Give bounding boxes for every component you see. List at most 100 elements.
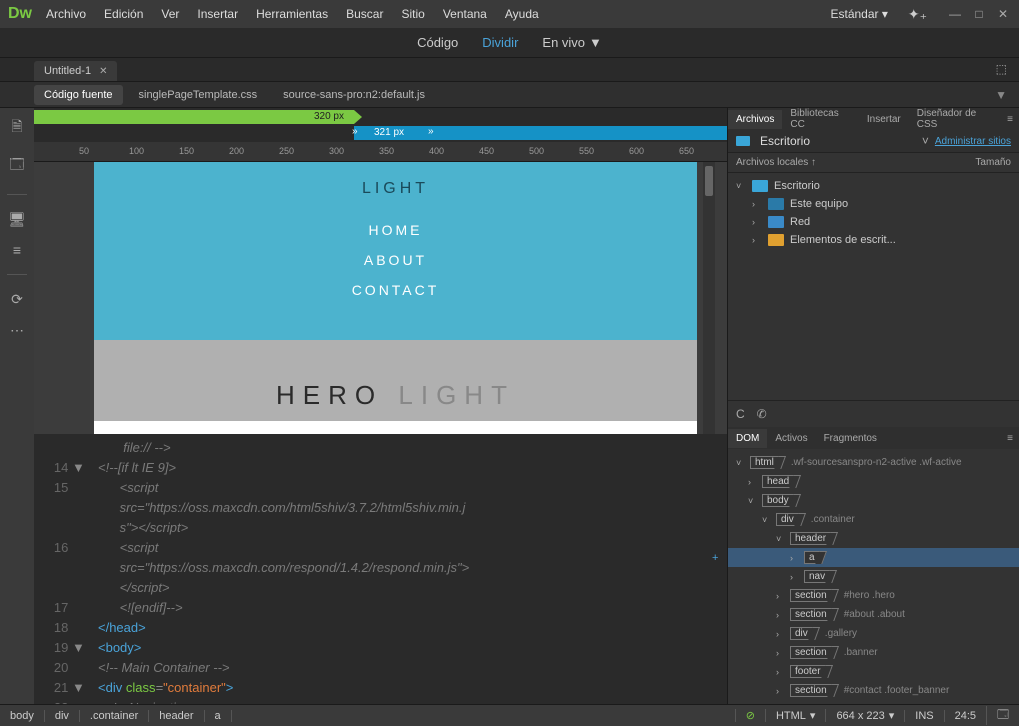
close-icon[interactable]: ✕ xyxy=(995,7,1011,21)
tree-row[interactable]: ›Red xyxy=(728,213,1019,231)
nav-about[interactable]: ABOUT xyxy=(94,252,697,268)
ruler: 50 100 150 200 250 300 350 400 450 500 5… xyxy=(34,142,727,162)
breakpoint-green[interactable]: 320 px xyxy=(34,110,354,124)
minimize-icon[interactable]: — xyxy=(947,7,963,21)
maximize-icon[interactable]: □ xyxy=(971,7,987,21)
nav-home[interactable]: HOME xyxy=(94,222,697,238)
viewport-size[interactable]: 664 x 223 ▾ xyxy=(825,709,904,722)
preview-logo[interactable]: LIGHT xyxy=(94,180,697,198)
error-status-icon[interactable]: ⊘ xyxy=(735,709,765,722)
ruler-tick: 350 xyxy=(379,146,394,156)
file-tab-css[interactable]: singlePageTemplate.css xyxy=(129,85,268,105)
filter-icon[interactable]: ▼ xyxy=(995,88,1007,102)
encoding-icon[interactable]: 🗔 xyxy=(986,706,1019,725)
dom-row[interactable]: ›footer xyxy=(728,662,1019,681)
dom-row[interactable]: +›a xyxy=(728,548,1019,567)
menu-sitio[interactable]: Sitio xyxy=(401,7,424,21)
menubar: Dw Archivo Edición Ver Insertar Herramie… xyxy=(0,0,1019,28)
panel-gap xyxy=(728,253,1019,400)
file-manage-icon[interactable]: 🗎 xyxy=(11,116,22,140)
preview-scrollbar[interactable] xyxy=(703,162,715,434)
insert-mode[interactable]: INS xyxy=(904,710,943,722)
tab-dom[interactable]: DOM xyxy=(728,429,767,448)
crumb-div[interactable]: div xyxy=(45,710,80,722)
dom-row[interactable]: ˅html.wf-sourcesanspro-n2-active .wf-act… xyxy=(728,453,1019,472)
breakpoint-bar-2[interactable]: » 321 px » xyxy=(34,126,727,142)
panel-menu-icon[interactable]: ≡ xyxy=(1001,433,1019,444)
viewmode-split[interactable]: Dividir xyxy=(482,35,518,50)
customize-icon[interactable]: ⟳ xyxy=(11,291,23,308)
viewmode-code[interactable]: Código xyxy=(417,35,458,50)
col-local-files[interactable]: Archivos locales ↑ xyxy=(736,157,975,168)
nav-contact[interactable]: CONTACT xyxy=(94,282,697,298)
menu-ayuda[interactable]: Ayuda xyxy=(505,7,539,21)
bp-blue-label: 321 px xyxy=(374,127,404,138)
tab-archivos[interactable]: Archivos xyxy=(728,110,782,129)
dom-row[interactable]: ›section#contact .footer_banner xyxy=(728,681,1019,700)
crumb-header[interactable]: header xyxy=(149,710,204,722)
more-tools-icon[interactable]: ⋯ xyxy=(10,322,24,339)
tree-row[interactable]: ˅Escritorio xyxy=(728,177,1019,195)
dom-row[interactable]: ›head xyxy=(728,472,1019,491)
dom-row[interactable]: ›section.banner xyxy=(728,643,1019,662)
chevron-down-icon[interactable]: ˅ xyxy=(922,134,929,148)
files-columns: Archivos locales ↑ Tamaño xyxy=(728,153,1019,173)
tab-fragmentos[interactable]: Fragmentos xyxy=(816,429,885,448)
lang-selector[interactable]: HTML ▾ xyxy=(765,709,825,722)
breakpoint-blue[interactable]: » 321 px » xyxy=(354,126,727,140)
dom-row[interactable]: ˅body xyxy=(728,491,1019,510)
separator xyxy=(7,274,27,275)
menu-ventana[interactable]: Ventana xyxy=(443,7,487,21)
breakpoint-bar-1[interactable]: 320 px xyxy=(34,108,727,126)
menu-insertar[interactable]: Insertar xyxy=(197,7,238,21)
tab-activos[interactable]: Activos xyxy=(767,429,815,448)
preview-canvas[interactable]: LIGHT HOME ABOUT CONTACT HERO LIGHT xyxy=(94,162,697,434)
crumb-body[interactable]: body xyxy=(0,710,45,722)
panel-menu-icon[interactable]: ≡ xyxy=(1001,114,1019,125)
menu-archivo[interactable]: Archivo xyxy=(46,7,86,21)
sync-icon[interactable]: ✆ xyxy=(757,407,767,421)
refresh-icon[interactable]: C xyxy=(736,407,745,421)
preview-nav: HOME ABOUT CONTACT xyxy=(94,222,697,298)
tree-row[interactable]: ›Elementos de escrit... xyxy=(728,231,1019,249)
viewmode-live[interactable]: En vivo ▼ xyxy=(542,35,602,50)
dom-row[interactable]: ›section#about .about xyxy=(728,605,1019,624)
menu-ver[interactable]: Ver xyxy=(161,7,179,21)
inspect-icon[interactable]: 🖥 xyxy=(8,211,26,228)
workspace-selector[interactable]: Estándar ▾ xyxy=(830,7,887,21)
code-editor[interactable]: 14 ▼15 16 17 18 19 ▼20 21 ▼22 23 ▼24 fil… xyxy=(34,434,727,704)
files-location[interactable]: Escritorio xyxy=(760,134,916,148)
close-tab-icon[interactable]: ✕ xyxy=(99,66,107,77)
files-location-row: Escritorio ˅ Administrar sitios xyxy=(728,130,1019,153)
file-tab-js[interactable]: source-sans-pro:n2:default.js xyxy=(273,85,435,105)
dom-row[interactable]: ˅div.container xyxy=(728,510,1019,529)
tree-row[interactable]: ›Este equipo xyxy=(728,195,1019,213)
dom-row[interactable]: ›section#hero .hero xyxy=(728,586,1019,605)
viewmode-bar: Código Dividir En vivo ▼ xyxy=(0,28,1019,58)
file-tab-source[interactable]: Código fuente xyxy=(34,85,123,105)
code-content[interactable]: file:// --><!--[if lt IE 9]> <script src… xyxy=(90,434,727,704)
scrollbar-thumb[interactable] xyxy=(705,166,713,196)
manage-sites-link[interactable]: Administrar sitios xyxy=(935,136,1011,147)
menu-edicion[interactable]: Edición xyxy=(104,7,143,21)
document-tabs: Untitled-1 ✕ ⬚ xyxy=(0,58,1019,82)
doc-tab-untitled[interactable]: Untitled-1 ✕ xyxy=(34,61,117,81)
crumb-container[interactable]: .container xyxy=(80,710,149,722)
sync-settings-icon[interactable]: ✦₊ xyxy=(902,4,933,25)
hero-text-a: HERO xyxy=(276,380,383,410)
dom-row[interactable]: ›div.gallery xyxy=(728,624,1019,643)
expand-doc-icon[interactable]: ⬚ xyxy=(996,62,1007,76)
add-element-icon[interactable]: + xyxy=(712,552,718,564)
cursor-position: 24:5 xyxy=(944,710,986,722)
tab-insertar[interactable]: Insertar xyxy=(859,110,909,129)
ruler-tick: 500 xyxy=(529,146,544,156)
menu-buscar[interactable]: Buscar xyxy=(346,7,383,21)
dom-row[interactable]: ›nav xyxy=(728,567,1019,586)
toggle-live-icon[interactable]: 🗔 xyxy=(9,154,24,178)
center-area: 320 px » 321 px » 50 100 150 200 250 300… xyxy=(34,108,727,704)
expand-all-icon[interactable]: ≡ xyxy=(13,242,21,258)
menu-herramientas[interactable]: Herramientas xyxy=(256,7,328,21)
dom-row[interactable]: ˅header xyxy=(728,529,1019,548)
crumb-a[interactable]: a xyxy=(205,710,232,722)
col-size[interactable]: Tamaño xyxy=(975,157,1011,168)
